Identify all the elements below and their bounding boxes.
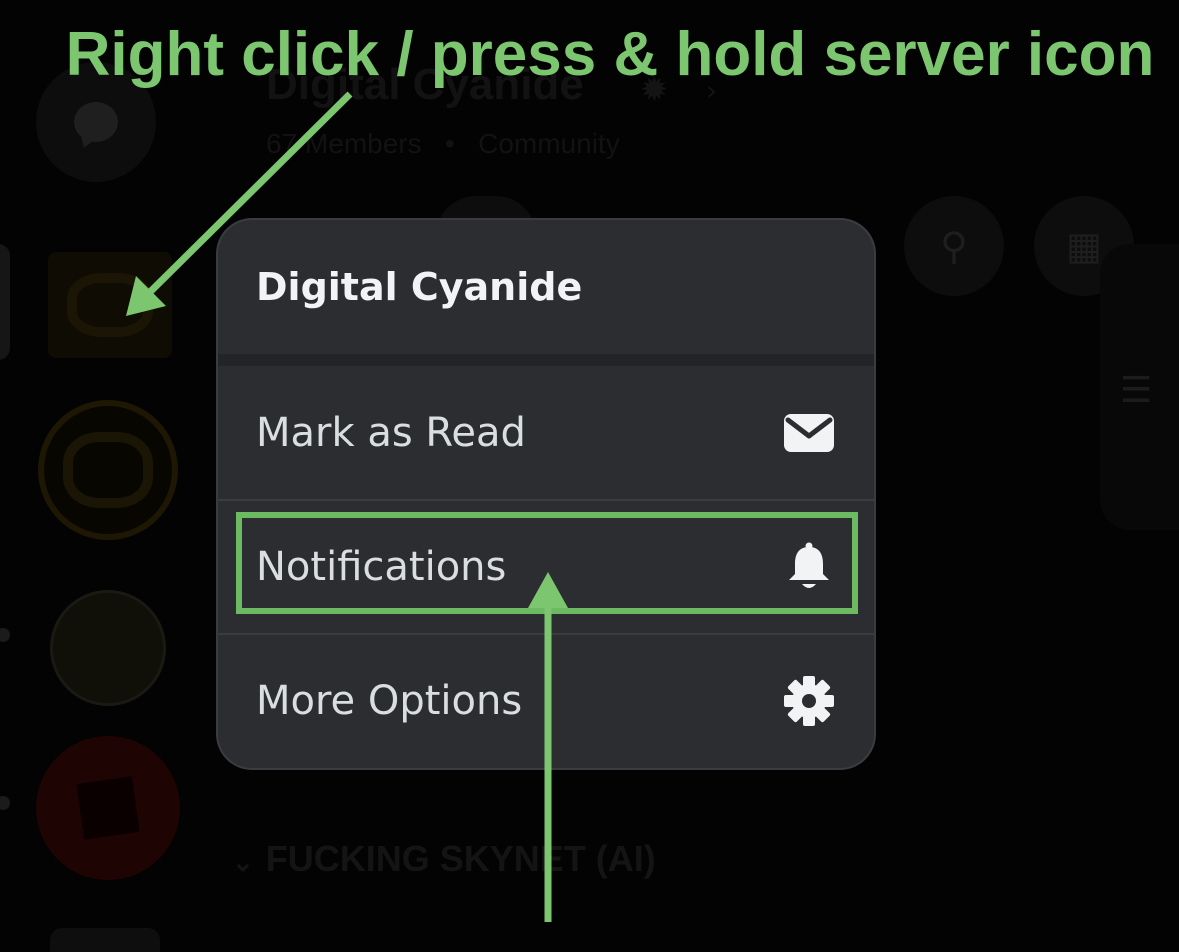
annotation-arrows — [126, 91, 568, 922]
arrow-to-notifications — [528, 572, 568, 922]
arrow-to-server-icon — [126, 91, 353, 316]
annotation-instruction: Right click / press & hold server icon — [65, 20, 1155, 89]
discord-screen: Digital Cyanide ✹ › 67 Members • Communi… — [0, 0, 1179, 952]
